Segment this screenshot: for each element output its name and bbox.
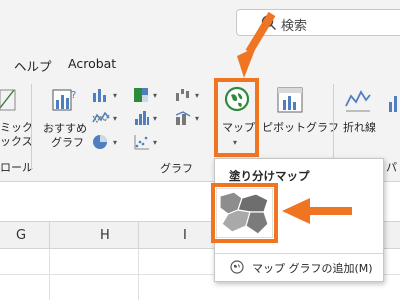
annotation-arrows bbox=[237, 11, 352, 224]
arrowhead-icon bbox=[237, 47, 256, 78]
arrow-to-map-icon bbox=[245, 11, 276, 55]
arrowhead-icon bbox=[282, 198, 310, 224]
